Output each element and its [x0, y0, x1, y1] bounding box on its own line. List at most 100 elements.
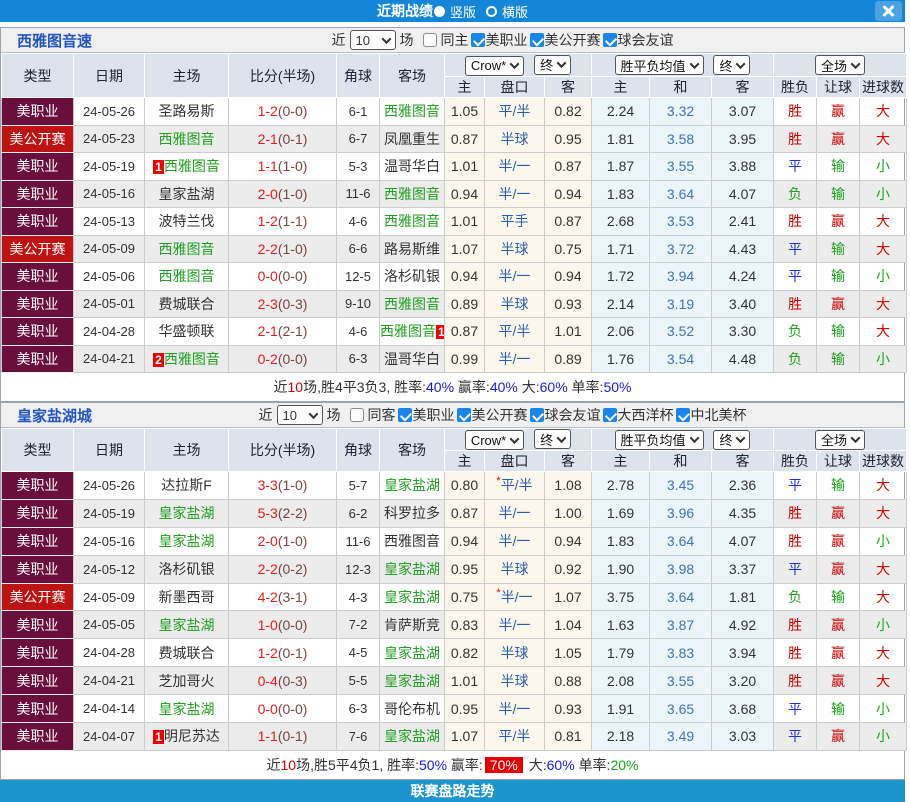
- fulltime-score: 2-0: [257, 533, 278, 550]
- result-goals-cell: 小: [859, 262, 908, 291]
- filter-suffix: 场: [399, 32, 414, 48]
- odds-final-select[interactable]: 终: [534, 54, 572, 75]
- avg-final-select[interactable]: 终: [713, 429, 751, 450]
- corner-cell: 12-5: [336, 262, 380, 291]
- home-team-cell: 费城联合: [144, 289, 229, 318]
- home-odds-cell: 1.07: [444, 234, 485, 263]
- radio-vertical-icon[interactable]: [433, 5, 445, 17]
- avg-away-cell: 3.68: [711, 694, 775, 724]
- away-odds-cell: 0.94: [543, 526, 593, 556]
- league-label: 美职业: [485, 32, 528, 48]
- avg-draw-cell: 3.55: [649, 152, 713, 181]
- result-wdl-cell: 胜: [773, 526, 818, 556]
- type-cell: 美职业: [1, 97, 74, 126]
- result-wdl-cell: 胜: [773, 124, 818, 153]
- league-label: 美公开赛: [471, 407, 528, 423]
- type-cell: 美职业: [1, 317, 74, 346]
- handicap-cell: 平/半: [484, 722, 545, 751]
- home-odds-cell: 0.83: [444, 610, 485, 640]
- avg-away-cell: 4.43: [711, 234, 775, 263]
- match-count-select[interactable]: 10: [276, 405, 323, 425]
- score-cell: 1-0(0-0): [228, 610, 337, 640]
- odds-final-select[interactable]: 终: [534, 429, 572, 449]
- avg-home-cell: 1.87: [591, 152, 651, 181]
- corner-cell: 7-6: [336, 722, 380, 751]
- score-cell: 3-3(1-0): [228, 471, 337, 500]
- avg-home-cell: 1.71: [591, 234, 651, 263]
- avg-home-cell: 1.90: [591, 554, 651, 584]
- league-label: 球会友谊: [544, 407, 601, 423]
- avg-select[interactable]: 胜平负均值: [614, 429, 704, 450]
- result-wdl-cell: 胜: [773, 207, 818, 236]
- result-wdl-cell: 负: [773, 344, 818, 373]
- league-checkbox[interactable]: [470, 33, 485, 47]
- scope-select[interactable]: 全场: [815, 429, 866, 450]
- home-odds-cell: 0.89: [444, 289, 485, 318]
- result-wdl-cell: 平: [773, 262, 818, 291]
- league-checkbox[interactable]: [529, 408, 544, 422]
- type-cell: 美公开赛: [1, 582, 74, 612]
- section-home-team: 西雅图音速 近 10 场 同主 美职业 美公开赛 球会友谊 类型 日期 主场 比分(…: [0, 27, 908, 402]
- result-goals-cell: 大: [859, 234, 908, 263]
- radio-horizontal-label[interactable]: 横版: [502, 2, 528, 21]
- away-team-cell: 皇家盐湖: [379, 471, 445, 500]
- fulltime-score: 5-3: [257, 505, 278, 522]
- league-checkbox[interactable]: [529, 33, 544, 47]
- result-wdl-cell: 胜: [773, 289, 818, 318]
- away-odds-cell: 0.93: [543, 289, 593, 318]
- team-name: 西雅图音: [384, 533, 440, 550]
- handicap-cell: 半/一: [484, 694, 545, 724]
- avg-select[interactable]: 胜平负均值: [614, 55, 704, 75]
- home-odds-cell: 0.99: [444, 344, 485, 373]
- avg-draw-cell: 3.19: [649, 289, 713, 318]
- league-checkbox[interactable]: [456, 408, 471, 422]
- score-cell: 5-3(2-2): [228, 498, 337, 528]
- result-wdl-cell: 平: [773, 471, 818, 500]
- league-checkbox[interactable]: [675, 408, 690, 422]
- handicap-cell: 半球: [484, 124, 545, 153]
- league-label: 中北美杯: [690, 407, 747, 423]
- team-name: 皇家盐湖: [384, 589, 440, 605]
- handicap-cell: *平/半: [484, 471, 545, 500]
- team-name: 皇家盐湖: [384, 728, 440, 745]
- home-team-cell: 皇家盐湖: [144, 610, 229, 640]
- league-checkbox[interactable]: [602, 33, 617, 47]
- home-team-cell: 费城联合: [144, 638, 229, 668]
- corner-cell: 9-10: [336, 289, 380, 318]
- same-venue-checkbox[interactable]: [422, 33, 437, 47]
- result-wdl-cell: 胜: [773, 97, 818, 126]
- result-wdl-cell: 负: [773, 179, 818, 208]
- match-count-select[interactable]: 10: [349, 30, 396, 50]
- team-name: 温哥华白: [384, 158, 440, 175]
- col-header-score: 比分(半场): [228, 53, 337, 98]
- sub-header-goals: 进球数: [859, 76, 908, 98]
- avg-final-select[interactable]: 终: [713, 55, 751, 75]
- bookmaker-select[interactable]: Crow*: [464, 430, 525, 450]
- score-cell: 2-0(1-0): [228, 179, 337, 208]
- type-cell: 美职业: [1, 694, 74, 724]
- close-button[interactable]: [875, 1, 902, 21]
- league-checkbox[interactable]: [397, 408, 412, 422]
- away-odds-cell: 0.87: [543, 152, 593, 181]
- corner-cell: 6-2: [336, 498, 380, 528]
- result-wdl-cell: 负: [773, 317, 818, 346]
- result-handicap-cell: 赢: [816, 498, 861, 528]
- avg-draw-cell: 3.64: [649, 526, 713, 556]
- radio-vertical-label[interactable]: 竖版: [450, 2, 476, 21]
- handicap-text: 半球: [500, 295, 529, 312]
- type-cell: 美职业: [1, 471, 74, 500]
- radio-horizontal-icon[interactable]: [486, 5, 497, 17]
- avg-home-cell: 2.18: [591, 722, 651, 751]
- date-cell: 24-05-19: [73, 498, 145, 528]
- halftime-score: (1-0): [277, 477, 308, 494]
- home-odds-cell: 0.95: [444, 694, 485, 724]
- league-checkbox[interactable]: [602, 408, 617, 422]
- date-cell: 24-05-09: [73, 234, 145, 263]
- handicap-text: 半球: [500, 672, 529, 689]
- scope-select[interactable]: 全场: [815, 55, 866, 75]
- result-goals-cell: 大: [859, 289, 908, 318]
- away-odds-cell: 1.00: [543, 498, 593, 528]
- handicap-text: 半/一: [498, 158, 531, 175]
- bookmaker-select[interactable]: Crow*: [464, 55, 525, 76]
- same-venue-checkbox[interactable]: [349, 408, 364, 422]
